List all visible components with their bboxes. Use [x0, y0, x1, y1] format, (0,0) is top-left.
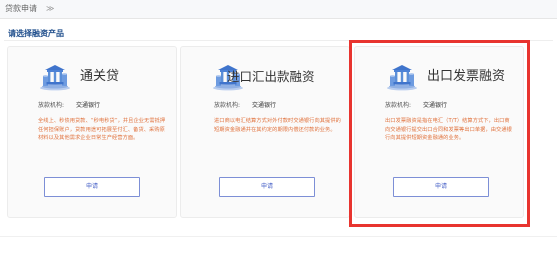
product-card-export-invoice-financing: 出口发票融资 放款机构: 交通银行 出口发票融资是指在电汇（T/T）结算方式下，出… [354, 46, 524, 218]
product-title: 通关贷 [80, 69, 120, 84]
lending-institution-label: 放款机构: [385, 102, 412, 109]
product-description: 出口发票融资是指在电汇（T/T）结算方式下，出口商向交通银行提交出口合同和发票等… [385, 118, 512, 141]
lending-institution-value: 交通银行 [252, 102, 277, 109]
top-bar: 贷款申请 ≫ [0, 0, 557, 19]
bank-coin-icon [387, 65, 417, 91]
section-divider [4, 40, 553, 41]
apply-button[interactable]: 申请 [393, 177, 489, 197]
section-title: 请选择融资产品 [8, 29, 64, 38]
product-card-customs-loan: 通关贷 放款机构: 交通银行 全线上、秒债用贷款、“秒电秒贷”，并且企业无需抵押任… [7, 46, 177, 218]
lending-institution: 放款机构: 交通银行 [38, 102, 100, 110]
apply-button[interactable]: 申请 [44, 177, 140, 197]
lending-institution: 放款机构: 交通银行 [214, 102, 276, 110]
product-description: 进口商以电汇结算方式对外付款时交通银行向其提供的短期资金融通并在其约定的期限内偿… [214, 118, 341, 133]
lending-institution: 放款机构: 交通银行 [385, 102, 447, 110]
bank-coin-icon [40, 65, 70, 91]
breadcrumb: 贷款申请 ≫ [5, 3, 54, 15]
product-card-import-remittance-financing: 进口汇出款融资 放款机构: 交通银行 进口商以电汇结算方式对外付款时交通银行向其提… [180, 46, 350, 218]
bottom-divider [0, 236, 557, 237]
lending-institution-value: 交通银行 [423, 102, 448, 109]
lending-institution-value: 交通银行 [76, 102, 101, 109]
lending-institution-label: 放款机构: [38, 102, 65, 109]
apply-button[interactable]: 申请 [219, 177, 315, 197]
product-description: 全线上、秒债用贷款、“秒电秒贷”，并且企业无需抵押任何担保账户，贷款用途可拓展至… [38, 118, 166, 141]
loan-application-page: 贷款申请 ≫ 请选择融资产品 通关贷 放款机构: 交通银行 全线上、秒债用贷款、“秒… [0, 0, 557, 263]
breadcrumb-current[interactable]: 贷款申请 [5, 4, 37, 13]
lending-institution-label: 放款机构: [214, 102, 241, 109]
breadcrumb-separator-icon: ≫ [46, 4, 55, 13]
product-title: 进口汇出款融资 [227, 69, 315, 84]
product-title: 出口发票融资 [427, 69, 506, 84]
